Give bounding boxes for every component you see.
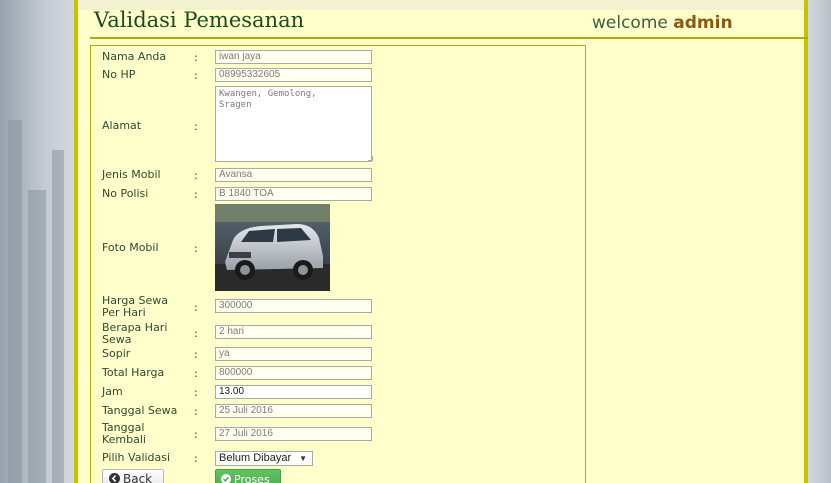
label-tgl-sewa: Tanggal Sewa — [102, 404, 178, 417]
label-tgl-kembali: Tanggal Kembali — [102, 421, 146, 446]
sopir-field[interactable]: ya — [215, 347, 372, 361]
label-total: Total Harga — [102, 366, 165, 379]
label-jenis-mobil: Jenis Mobil — [102, 168, 161, 181]
colon: : — [194, 69, 198, 82]
colon: : — [194, 367, 198, 380]
label-hari: Berapa Hari Sewa — [102, 321, 168, 346]
jam-field[interactable]: 13.00 — [215, 385, 372, 399]
label-sopir: Sopir — [102, 347, 131, 360]
harga-field[interactable]: 300000 — [215, 299, 372, 313]
jenis-mobil-field[interactable]: Avansa — [215, 168, 372, 182]
label-nama: Nama Anda — [102, 50, 167, 63]
page-title: Validasi Pemesanan — [94, 8, 305, 32]
colon: : — [194, 348, 198, 361]
colon: : — [194, 242, 198, 255]
tgl-kembali-field[interactable]: 27 Juli 2016 — [215, 427, 372, 441]
welcome-text: welcome admin — [592, 13, 733, 33]
label-validasi: Pilih Validasi — [102, 451, 171, 464]
colon: : — [194, 51, 198, 64]
label-alamat: Alamat — [102, 119, 142, 132]
background-right — [808, 0, 831, 483]
label-foto: Foto Mobil — [102, 241, 159, 254]
no-polisi-field[interactable]: B 1840 TOA — [215, 187, 372, 201]
chevron-left-circle-icon — [109, 470, 120, 483]
back-label: Back — [123, 472, 153, 483]
welcome-prefix: welcome — [592, 13, 668, 33]
title-underline — [90, 37, 808, 39]
check-circle-icon — [221, 470, 231, 483]
validation-form: Nama Anda : iwan jaya No HP : 0899533260… — [90, 45, 586, 483]
proses-button[interactable]: Proses — [215, 469, 281, 483]
nama-field[interactable]: iwan jaya — [215, 50, 372, 64]
back-button[interactable]: Back — [102, 469, 164, 483]
label-harga: Harga Sewa Per Hari — [102, 294, 169, 319]
validasi-select[interactable]: Belum Dibayar ▼ — [215, 451, 313, 466]
proses-label: Proses — [234, 473, 270, 483]
welcome-user: admin — [673, 13, 733, 33]
caret-down-icon: ▼ — [299, 454, 307, 463]
colon: : — [194, 428, 198, 441]
hari-field[interactable]: 2 hari — [215, 325, 372, 339]
background-left — [0, 0, 74, 483]
alamat-textarea[interactable]: Kwangen, Gemolong, Sragen — [215, 86, 372, 162]
resize-handle[interactable] — [368, 156, 373, 161]
colon: : — [194, 405, 198, 418]
content-frame: Validasi Pemesanan welcome admin Nama An… — [74, 0, 808, 483]
tgl-sewa-field[interactable]: 25 Juli 2016 — [215, 404, 372, 418]
validasi-selected: Belum Dibayar — [219, 452, 292, 464]
colon: : — [194, 452, 198, 465]
colon: : — [194, 301, 198, 314]
total-field[interactable]: 800000 — [215, 366, 372, 380]
label-no-polisi: No Polisi — [102, 187, 149, 200]
car-photo — [215, 204, 330, 291]
hp-field[interactable]: 08995332605 — [215, 68, 372, 82]
label-hp: No HP — [102, 68, 136, 81]
label-jam: Jam — [102, 385, 123, 398]
colon: : — [194, 169, 198, 182]
colon: : — [194, 327, 198, 340]
colon: : — [194, 120, 198, 133]
colon: : — [194, 188, 198, 201]
colon: : — [194, 386, 198, 399]
